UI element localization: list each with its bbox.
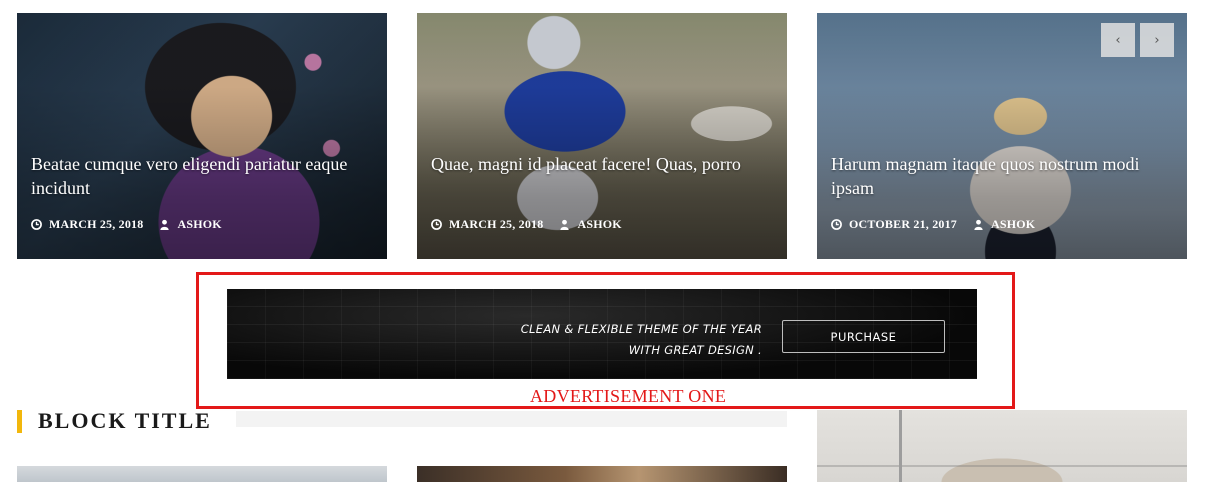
- clock-icon: [831, 219, 842, 230]
- thumbnail-detail: [899, 410, 902, 482]
- user-icon: [974, 219, 983, 230]
- post-thumbnail[interactable]: [17, 466, 387, 482]
- post-title[interactable]: Beatae cumque vero eligendi pariatur eaq…: [31, 152, 373, 200]
- post-author[interactable]: ASHOK: [577, 217, 621, 232]
- post-card[interactable]: Quae, magni id placeat facere! Quas, por…: [417, 13, 787, 259]
- slider-prev-button[interactable]: ‹: [1101, 23, 1135, 57]
- advertisement-label: ADVERTISEMENT ONE: [530, 386, 727, 406]
- purchase-button[interactable]: PURCHASE: [782, 320, 945, 353]
- clock-icon: [431, 219, 442, 230]
- post-date[interactable]: MARCH 25, 2018: [49, 217, 143, 232]
- post-date[interactable]: MARCH 25, 2018: [449, 217, 543, 232]
- advertisement-text: CLEAN & FLEXIBLE THEME OF THE YEAR WITH …: [521, 319, 762, 361]
- advertisement-banner[interactable]: CLEAN & FLEXIBLE THEME OF THE YEAR WITH …: [227, 289, 977, 379]
- post-thumbnail[interactable]: [817, 410, 1187, 482]
- chevron-right-icon: ›: [1154, 32, 1160, 48]
- user-icon: [160, 219, 170, 230]
- slider-next-button[interactable]: ›: [1140, 23, 1174, 57]
- post-meta: MARCH 25, 2018 ASHOK: [431, 217, 622, 232]
- post-author[interactable]: ASHOK: [991, 217, 1035, 232]
- post-title[interactable]: Quae, magni id placeat facere! Quas, por…: [431, 152, 773, 176]
- post-card[interactable]: Beatae cumque vero eligendi pariatur eaq…: [17, 13, 387, 259]
- post-date[interactable]: OCTOBER 21, 2017: [849, 217, 957, 232]
- post-meta: MARCH 25, 2018 ASHOK: [31, 217, 222, 232]
- post-meta: OCTOBER 21, 2017 ASHOK: [831, 217, 1035, 232]
- post-thumbnail[interactable]: [417, 466, 787, 482]
- chevron-left-icon: ‹: [1115, 32, 1121, 48]
- block-title-divider: [236, 411, 787, 427]
- clock-icon: [31, 219, 42, 230]
- block-title: BLOCK TITLE: [38, 408, 212, 433]
- post-title[interactable]: Harum magnam itaque quos nostrum modi ip…: [831, 152, 1173, 200]
- user-icon: [560, 219, 570, 230]
- block-title-accent: [17, 410, 22, 433]
- advertisement-line-1: CLEAN & FLEXIBLE THEME OF THE YEAR: [520, 322, 762, 336]
- advertisement-line-2: WITH GREAT DESIGN .: [628, 343, 762, 357]
- post-author[interactable]: ASHOK: [177, 217, 221, 232]
